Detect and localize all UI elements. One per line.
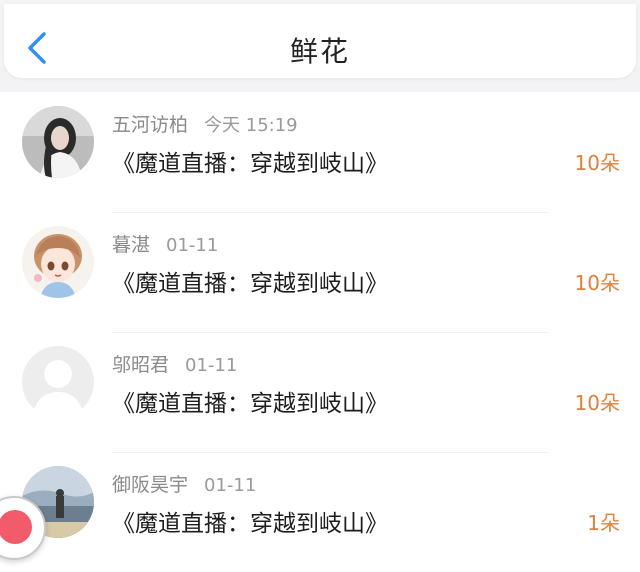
avatar[interactable]	[22, 106, 94, 178]
item-meta: 御阪昊宇 01-11	[112, 470, 256, 497]
item-time: 01-11	[166, 235, 219, 256]
book-title[interactable]: 《魔道直播：穿越到岐山》	[112, 384, 388, 418]
header-bar: 鲜花	[4, 4, 636, 78]
avatar[interactable]	[22, 226, 94, 298]
flower-quantity: 10朵	[574, 271, 620, 295]
flower-list: 五河访柏 今天 15:19 《魔道直播：穿越到岐山》 10朵 暮湛 01-11 《魔…	[0, 92, 640, 572]
list-item[interactable]: 暮湛 01-11 《魔道直播：穿越到岐山》 10朵	[0, 212, 640, 332]
default-avatar-icon	[22, 346, 94, 418]
flower-quantity: 10朵	[574, 151, 620, 175]
avatar[interactable]	[22, 346, 94, 418]
item-meta: 暮湛 01-11	[112, 230, 218, 257]
play-icon	[0, 510, 32, 544]
avatar-girl-photo-icon	[22, 106, 94, 178]
item-time: 01-11	[204, 475, 257, 496]
list-item[interactable]: 五河访柏 今天 15:19 《魔道直播：穿越到岐山》 10朵	[0, 92, 640, 212]
flower-quantity: 1朵	[587, 511, 620, 535]
item-time: 今天 15:19	[204, 115, 298, 136]
item-meta: 邬昭君 01-11	[112, 350, 237, 377]
user-name[interactable]: 五河访柏	[112, 114, 188, 136]
item-meta: 五河访柏 今天 15:19	[112, 110, 298, 137]
book-title[interactable]: 《魔道直播：穿越到岐山》	[112, 144, 388, 178]
user-name[interactable]: 暮湛	[112, 234, 150, 256]
avatar-anime-girl-icon	[22, 226, 94, 298]
page-title: 鲜花	[289, 35, 350, 68]
item-time: 01-11	[185, 355, 238, 376]
header: 鲜花	[0, 0, 640, 84]
list-item[interactable]: 御阪昊宇 01-11 《魔道直播：穿越到岐山》 1朵	[0, 452, 640, 572]
flower-quantity: 10朵	[574, 391, 620, 415]
user-name[interactable]: 邬昭君	[112, 354, 169, 376]
list-item[interactable]: 邬昭君 01-11 《魔道直播：穿越到岐山》 10朵	[0, 332, 640, 452]
book-title[interactable]: 《魔道直播：穿越到岐山》	[112, 264, 388, 298]
user-name[interactable]: 御阪昊宇	[112, 474, 188, 496]
book-title[interactable]: 《魔道直播：穿越到岐山》	[112, 504, 388, 538]
